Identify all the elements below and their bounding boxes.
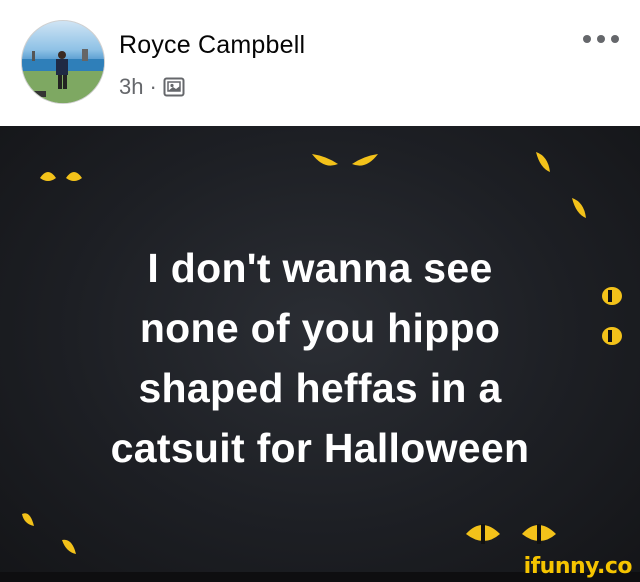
meta-separator: · — [149, 74, 157, 99]
more-options-icon[interactable] — [583, 30, 619, 48]
post-header: Royce Campbell 3h · — [0, 0, 640, 126]
eye-bottom-left-1 — [22, 513, 34, 526]
post-timestamp[interactable]: 3h — [119, 74, 143, 100]
avatar-photo — [22, 49, 104, 103]
eye-pair-top-center — [312, 154, 378, 166]
eye-pair-top-left — [40, 172, 82, 181]
ifunny-watermark: ifunny.co — [523, 554, 633, 579]
more-dot — [583, 35, 591, 43]
meme-caption: I don't wanna see none of you hippo shap… — [0, 238, 640, 478]
eye-bottom-left-2 — [62, 539, 76, 554]
caption-line-2: none of you hippo — [139, 305, 501, 351]
author-avatar[interactable] — [21, 20, 105, 104]
author-name[interactable]: Royce Campbell — [119, 31, 305, 60]
caption-line-1: I don't wanna see — [147, 245, 493, 291]
post-meta: 3h · — [119, 74, 185, 100]
caption-line-4: catsuit for Halloween — [110, 425, 530, 471]
photo-album-icon[interactable] — [163, 77, 185, 97]
eye-upper-right — [536, 152, 550, 172]
caption-line-3: shaped heffas in a — [138, 365, 502, 411]
meme-image[interactable]: I don't wanna see none of you hippo shap… — [0, 126, 640, 582]
more-dot — [597, 35, 605, 43]
eye-upper-right-2 — [572, 198, 586, 218]
eye-pair-bottom-right — [466, 525, 556, 541]
more-dot — [611, 35, 619, 43]
